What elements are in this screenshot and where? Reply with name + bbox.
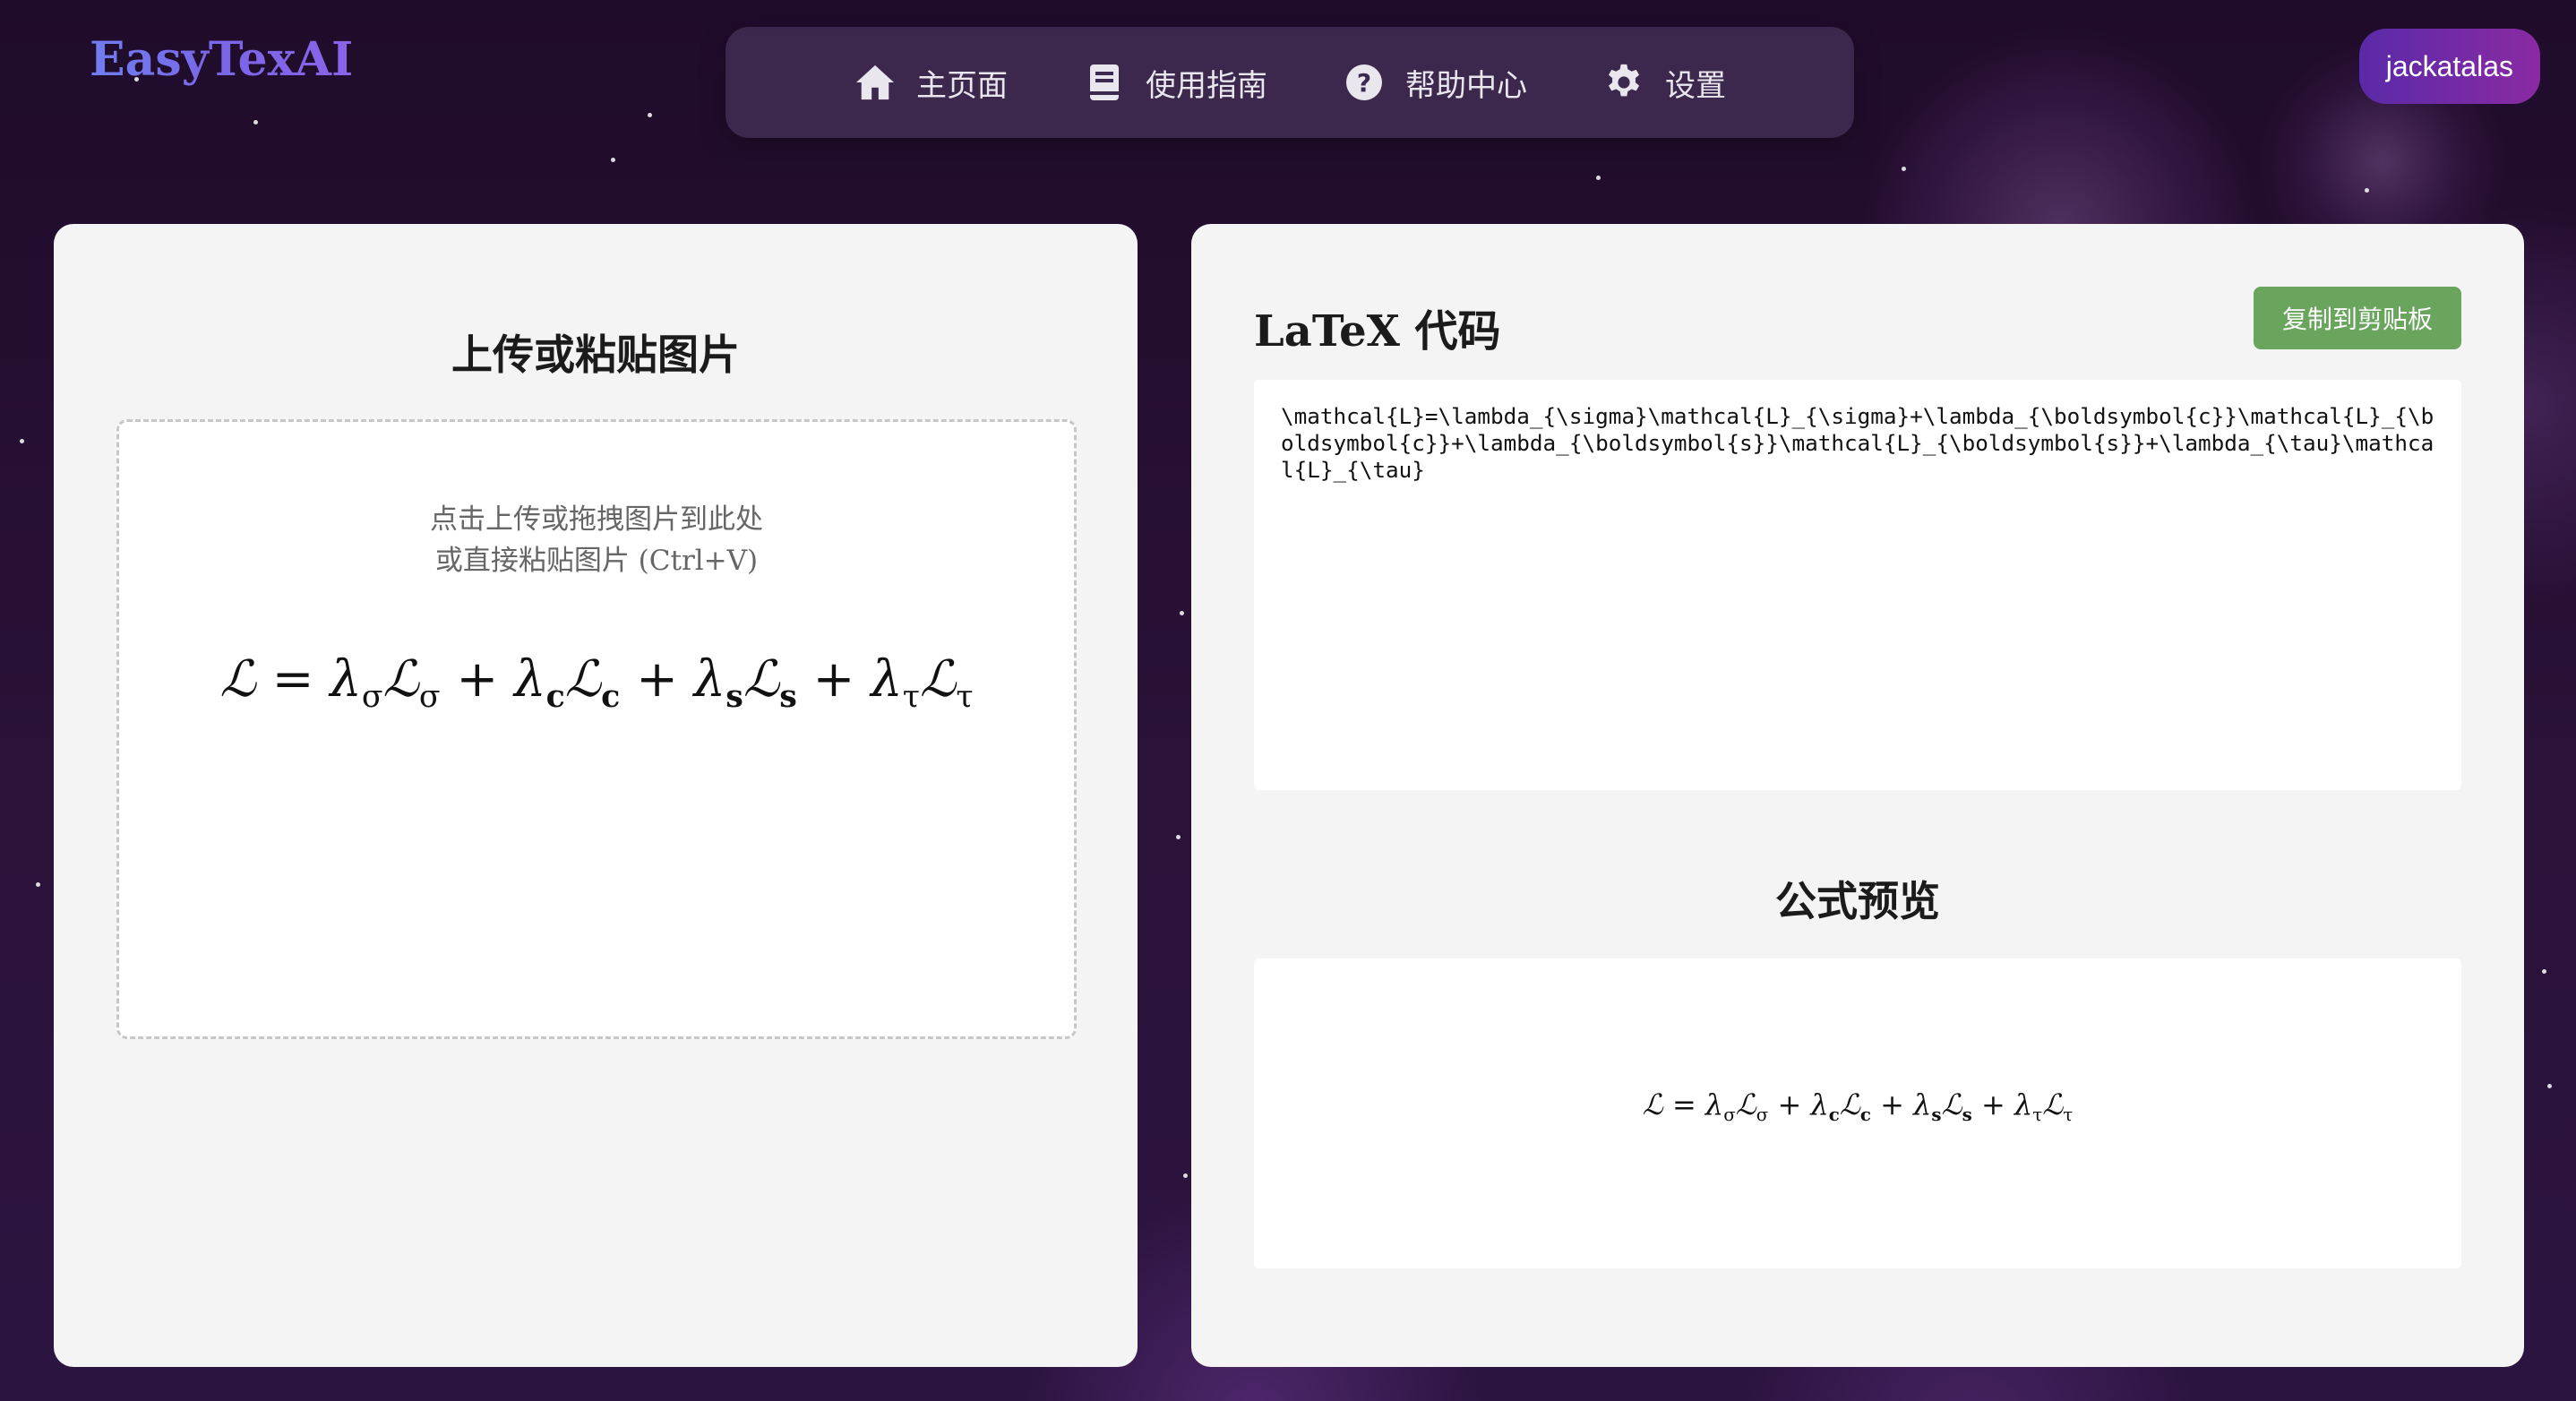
formula-subscript: σ <box>361 679 383 716</box>
formula-subscript: σ <box>1723 1104 1736 1125</box>
nav-item-settings[interactable]: 设置 <box>1602 61 1726 105</box>
formula-subscript: s <box>1931 1103 1942 1125</box>
formula-subscript: c <box>601 678 621 716</box>
latex-code-text: \mathcal{L}=\lambda_{\sigma}\mathcal{L}_… <box>1281 403 2434 483</box>
nav-item-label: 使用指南 <box>1146 67 1267 104</box>
star <box>1180 611 1184 615</box>
formula-symbol: ℒ <box>1735 1087 1756 1122</box>
star <box>611 158 615 162</box>
result-panel: LaTeX 代码 复制到剪贴板 \mathcal{L}=\lambda_{\si… <box>1191 224 2524 1367</box>
nav-item-help[interactable]: ? 帮助中心 <box>1343 61 1527 105</box>
formula-symbol: λ <box>1810 1087 1829 1122</box>
preview-title: 公式预览 <box>1775 877 1940 925</box>
star <box>1596 176 1601 180</box>
formula-symbol: + <box>636 650 678 709</box>
gear-icon <box>1602 61 1645 104</box>
formula-symbol: λ <box>1913 1087 1932 1122</box>
formula-subscript: c <box>545 678 565 716</box>
book-icon <box>1083 61 1126 104</box>
dropzone-hint-line1: 点击上传或拖拽图片到此处 <box>430 503 763 536</box>
formula-symbol: ℒ <box>1941 1087 1962 1122</box>
star <box>1183 1173 1188 1178</box>
formula-symbol: ℒ <box>1642 1087 1663 1122</box>
formula-symbol: ℒ <box>1839 1087 1860 1122</box>
formula-symbol: = <box>1671 1087 1696 1122</box>
formula-preview-box: ℒ = λσℒσ + λcℒc + λsℒs + λτℒτ <box>1254 958 2461 1268</box>
main-nav: 主页面 使用指南 ? 帮助中心 设置 <box>726 27 1854 138</box>
formula-subscript: c <box>1859 1103 1871 1125</box>
help-icon: ? <box>1343 61 1386 104</box>
formula-subscript: σ <box>1756 1104 1769 1125</box>
star <box>20 439 24 443</box>
uploaded-formula-image: ℒ = λσℒσ + λcℒc + λsℒs + λτℒτ <box>119 650 1074 715</box>
star <box>2547 1084 2552 1088</box>
formula-subscript: s <box>726 678 743 716</box>
star <box>1176 835 1181 839</box>
formula-symbol: λ <box>2014 1087 2033 1122</box>
brand-logo[interactable]: EasyTexAI <box>90 32 353 87</box>
dropzone-hint-line2: 或直接粘贴图片 (Ctrl+V) <box>434 545 759 577</box>
home-icon <box>854 61 897 104</box>
formula-symbol: ℒ <box>2042 1087 2064 1122</box>
svg-text:?: ? <box>1357 68 1371 98</box>
copy-to-clipboard-button[interactable]: 复制到剪贴板 <box>2254 287 2461 349</box>
star <box>648 113 652 117</box>
formula-subscript: c <box>1828 1103 1840 1125</box>
rendered-formula: ℒ = λσℒσ + λcℒc + λsℒs + λτℒτ <box>1254 1087 2461 1125</box>
formula-subscript: s <box>779 678 797 716</box>
formula-symbol: + <box>812 650 855 709</box>
formula-symbol: λ <box>514 650 546 709</box>
formula-symbol: λ <box>693 650 726 709</box>
upload-panel: 上传或粘贴图片 点击上传或拖拽图片到此处 或直接粘贴图片 (Ctrl+V) ℒ … <box>54 224 1138 1367</box>
formula-symbol: + <box>1880 1087 1904 1122</box>
formula-symbol: + <box>456 650 499 709</box>
formula-symbol: λ <box>871 650 903 709</box>
latex-title: LaTeX 代码 <box>1254 306 1501 357</box>
star <box>2365 188 2369 193</box>
formula-symbol: ℒ <box>382 650 419 709</box>
formula-symbol: + <box>1980 1087 2005 1122</box>
formula-subscript: σ <box>418 679 441 716</box>
formula-symbol: = <box>271 650 314 709</box>
nav-item-guide[interactable]: 使用指南 <box>1083 61 1267 105</box>
latex-code-area[interactable]: \mathcal{L}=\lambda_{\sigma}\mathcal{L}_… <box>1254 380 2461 790</box>
formula-symbol: ℒ <box>219 650 256 709</box>
user-account-button[interactable]: jackatalas <box>2358 29 2540 104</box>
formula-symbol: ℒ <box>743 650 780 709</box>
upload-title: 上传或粘贴图片 <box>451 331 740 379</box>
star <box>36 882 40 887</box>
dropzone-hint: 点击上传或拖拽图片到此处 或直接粘贴图片 (Ctrl+V) <box>119 499 1074 581</box>
formula-subscript: s <box>1962 1103 1972 1125</box>
formula-symbol: λ <box>1704 1087 1724 1122</box>
image-dropzone[interactable]: 点击上传或拖拽图片到此处 或直接粘贴图片 (Ctrl+V) ℒ = λσℒσ +… <box>116 419 1077 1039</box>
formula-symbol: λ <box>330 650 362 709</box>
nav-item-label: 主页面 <box>916 67 1008 104</box>
star <box>253 120 258 125</box>
formula-subscript: τ <box>2063 1104 2074 1125</box>
formula-subscript: τ <box>956 679 974 716</box>
star <box>2542 969 2546 974</box>
formula-symbol: ℒ <box>564 650 602 709</box>
nav-item-label: 设置 <box>1665 67 1726 104</box>
formula-subscript: τ <box>2032 1104 2043 1125</box>
star <box>1902 167 1906 171</box>
formula-subscript: τ <box>902 679 920 716</box>
nav-item-label: 帮助中心 <box>1405 67 1527 104</box>
nav-item-home[interactable]: 主页面 <box>854 61 1008 105</box>
formula-symbol: + <box>1777 1087 1802 1122</box>
formula-symbol: ℒ <box>920 650 957 709</box>
